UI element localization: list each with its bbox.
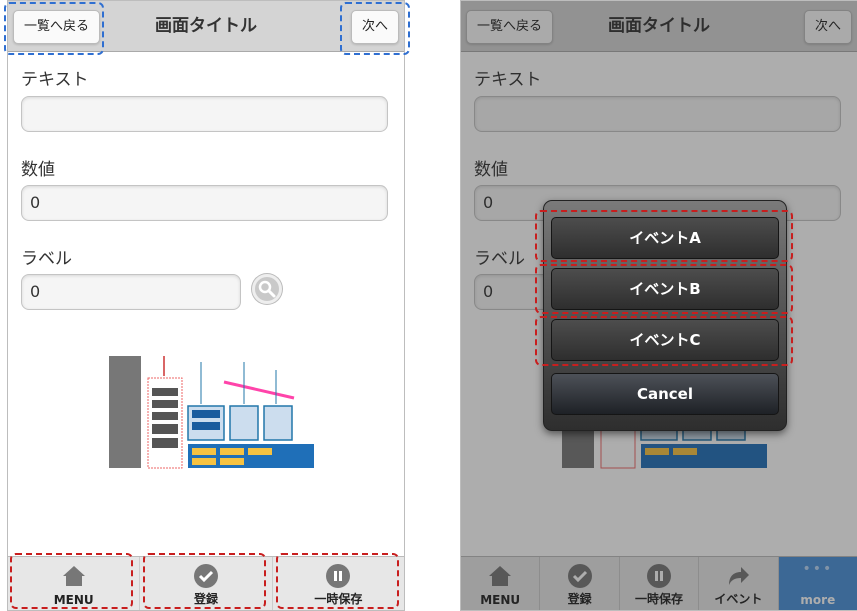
search-icon[interactable] <box>252 274 282 304</box>
event-a-button[interactable]: イベントA <box>551 217 779 259</box>
label-label: ラベル <box>21 249 72 269</box>
number-input[interactable]: 0 <box>21 185 388 221</box>
tab-pause-save-label: 一時保存 <box>314 592 363 606</box>
text-label: テキスト <box>21 70 89 90</box>
tab-menu[interactable]: MENU <box>8 557 141 610</box>
home-icon <box>62 566 85 586</box>
cancel-button[interactable]: Cancel <box>551 373 779 415</box>
pause-icon <box>326 564 351 588</box>
tab-menu-label: MENU <box>53 593 94 607</box>
tab-register-label: 登録 <box>193 592 218 606</box>
number-label: 数値 <box>21 160 55 180</box>
text-input[interactable] <box>21 96 388 132</box>
check-icon <box>193 564 218 588</box>
label-input[interactable]: 0 <box>21 274 241 310</box>
right-screen: 画面タイトル 一覧へ戻る 次へ テキスト 数値 0 ラベル 0 MENU 登録 <box>460 0 857 611</box>
next-button[interactable]: 次へ <box>350 10 399 44</box>
footer-tabbar: MENU 登録 一時保存 <box>8 556 404 610</box>
header-bar: 画面タイトル 一覧へ戻る 次へ <box>8 1 404 52</box>
event-b-button[interactable]: イベントB <box>551 268 779 310</box>
action-sheet: イベントA イベントB イベントC Cancel <box>543 200 787 431</box>
back-to-list-button[interactable]: 一覧へ戻る <box>13 10 101 44</box>
architecture-diagram-image <box>109 356 314 469</box>
tab-register[interactable]: 登録 <box>140 557 273 610</box>
left-screen: 画面タイトル 一覧へ戻る 次へ テキスト 数値 0 ラベル 0 MENU 登録 … <box>7 0 405 611</box>
event-c-button[interactable]: イベントC <box>551 319 779 361</box>
form-content: テキスト 数値 0 ラベル 0 <box>8 52 404 556</box>
tab-pause-save[interactable]: 一時保存 <box>273 557 404 610</box>
